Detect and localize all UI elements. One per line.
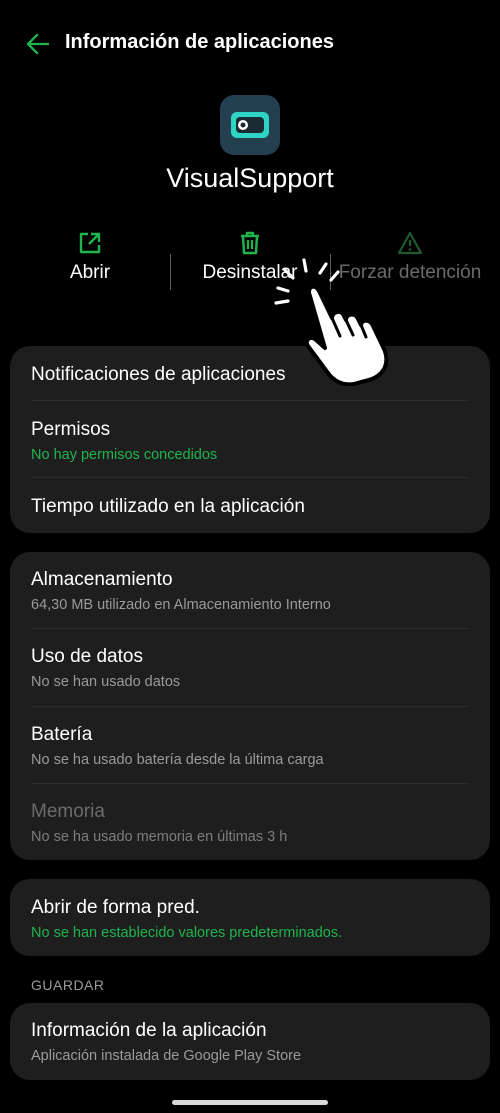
app-name: VisualSupport	[166, 163, 334, 193]
settings-card-defaults: Abrir de forma pred. No se han estableci…	[10, 879, 490, 956]
tap-hand-pointer-icon	[274, 258, 389, 386]
data-usage-title: Uso de datos	[31, 646, 143, 667]
data-usage-subtitle: No se han usado datos	[31, 674, 181, 690]
open-external-icon	[79, 232, 101, 254]
memory-row: Memoria No se ha usado memoria en última…	[10, 784, 490, 860]
app-details-title: Información de la aplicación	[31, 1020, 267, 1041]
app-details-row[interactable]: Información de la aplicación Aplicación …	[10, 1003, 490, 1080]
battery-row[interactable]: Batería No se ha usado batería desde la …	[10, 707, 490, 784]
notifications-row[interactable]: Notificaciones de aplicaciones	[10, 346, 490, 401]
settings-card-usage: Almacenamiento 64,30 MB utilizado en Alm…	[10, 552, 490, 860]
open-button[interactable]: Abrir	[10, 228, 170, 287]
settings-card-app-info: Información de la aplicación Aplicación …	[10, 1003, 490, 1080]
screen-time-title: Tiempo utilizado en la aplicación	[31, 496, 305, 517]
section-header-save: GUARDAR	[31, 977, 105, 993]
top-app-bar: Información de aplicaciones	[0, 0, 500, 88]
open-by-default-row[interactable]: Abrir de forma pred. No se han estableci…	[10, 879, 490, 956]
back-arrow-icon	[26, 33, 50, 55]
storage-row[interactable]: Almacenamiento 64,30 MB utilizado en Alm…	[10, 552, 490, 629]
page-title: Información de aplicaciones	[65, 31, 334, 53]
data-usage-row[interactable]: Uso de datos No se han usado datos	[10, 629, 490, 707]
battery-subtitle: No se ha usado batería desde la última c…	[31, 752, 324, 768]
visualsupport-app-icon	[220, 95, 280, 155]
back-button[interactable]	[18, 26, 58, 62]
app-details-subtitle: Aplicación instalada de Google Play Stor…	[31, 1048, 302, 1064]
permissions-subtitle: No hay permisos concedidos	[31, 447, 218, 463]
memory-title: Memoria	[31, 801, 105, 822]
open-label: Abrir	[69, 262, 111, 283]
settings-card-general: Notificaciones de aplicaciones Permisos …	[10, 346, 490, 533]
permissions-row[interactable]: Permisos No hay permisos concedidos	[10, 401, 490, 478]
app-actions: Abrir Desinstalar Forzar detención	[0, 228, 500, 328]
memory-subtitle: No se ha usado memoria en últimas 3 h	[31, 829, 288, 845]
open-by-default-subtitle: No se han establecido valores predetermi…	[31, 925, 343, 941]
trash-icon	[241, 231, 259, 255]
battery-title: Batería	[31, 724, 93, 745]
open-by-default-title: Abrir de forma pred.	[31, 897, 200, 918]
screen-time-row[interactable]: Tiempo utilizado en la aplicación	[10, 478, 490, 533]
home-indicator[interactable]	[172, 1100, 328, 1105]
warning-triangle-icon	[397, 231, 423, 255]
permissions-title: Permisos	[31, 419, 111, 440]
storage-title: Almacenamiento	[31, 569, 173, 590]
storage-subtitle: 64,30 MB utilizado en Almacenamiento Int…	[31, 597, 331, 613]
